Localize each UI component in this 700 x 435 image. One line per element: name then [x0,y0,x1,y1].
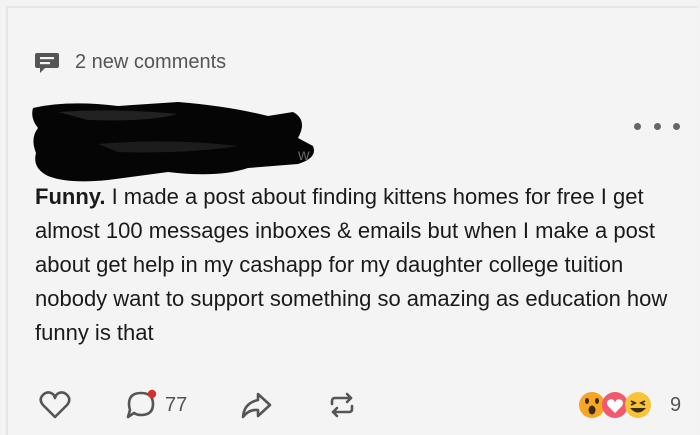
wow-emoji-icon [579,392,605,418]
comment-bubble-icon [35,53,59,73]
repost-icon [330,392,354,418]
comment-icon [126,389,157,419]
heart-icon [39,391,71,419]
redacted-author-info: w [32,102,314,182]
share-button[interactable] [238,383,274,427]
reactions-summary[interactable]: 9 [576,383,681,427]
more-options-button[interactable] [634,116,680,136]
post-body: Funny. I made a post about finding kitte… [35,180,685,350]
haha-emoji-icon [625,392,651,418]
notification-dot [147,389,157,399]
post-lead: Funny. [35,184,106,209]
post-text: I made a post about finding kittens home… [35,184,668,345]
comment-button[interactable]: 77 [123,383,187,427]
reaction-emojis [579,392,651,418]
reaction-count: 9 [670,393,682,416]
more-dots-icon [634,122,641,130]
repost-button[interactable] [326,383,358,427]
love-emoji-icon [602,392,628,418]
comment-count: 77 [165,393,188,416]
share-arrow-icon [241,392,272,419]
svg-text:w: w [297,147,310,164]
new-comments-indicator[interactable]: 2 new comments [33,48,226,76]
post-card: 2 new comments w Funny. I made a post ab… [6,6,698,435]
like-button[interactable] [38,383,72,427]
post-actions-bar: 77 9 [8,383,700,427]
new-comments-label: 2 new comments [75,50,227,73]
